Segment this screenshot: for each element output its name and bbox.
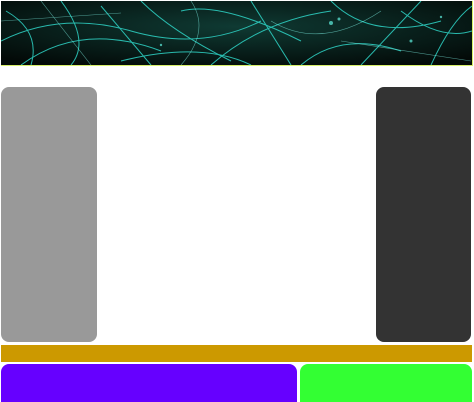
abstract-teal-scratches xyxy=(1,1,472,65)
footer-bar xyxy=(1,345,472,362)
right-sidebar-panel xyxy=(376,87,471,342)
bottom-left-block xyxy=(1,364,297,402)
header-banner-image xyxy=(1,1,473,66)
bottom-right-block xyxy=(300,364,472,402)
left-sidebar-panel xyxy=(1,87,97,342)
